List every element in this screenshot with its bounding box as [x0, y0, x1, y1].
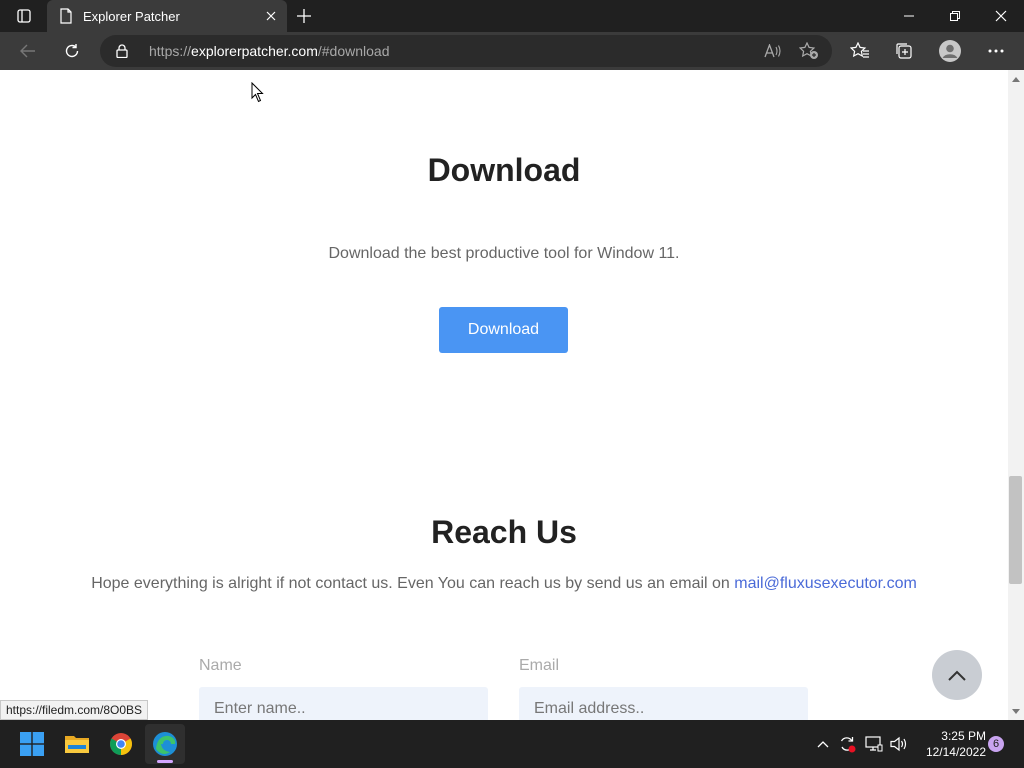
- reach-us-text: Hope everything is alright if not contac…: [91, 575, 917, 592]
- browser-tab[interactable]: Explorer Patcher: [47, 0, 287, 32]
- clock[interactable]: 3:25 PM 12/14/2022: [916, 728, 986, 760]
- close-window-icon[interactable]: [978, 0, 1024, 32]
- new-tab-icon[interactable]: [292, 4, 316, 28]
- tab-actions-icon[interactable]: [8, 0, 40, 32]
- show-hidden-icons-icon[interactable]: [813, 734, 833, 754]
- add-favorite-icon[interactable]: [798, 41, 820, 61]
- download-button[interactable]: Download: [439, 307, 568, 353]
- email-label: Email: [519, 657, 560, 674]
- sync-alert-icon[interactable]: [837, 734, 857, 754]
- collections-icon[interactable]: [888, 35, 920, 67]
- volume-icon[interactable]: [889, 734, 909, 754]
- scrollbar-thumb[interactable]: [1009, 476, 1022, 584]
- address-bar[interactable]: https://explorerpatcher.com/#download: [100, 35, 832, 67]
- reach-us-heading: Reach Us: [431, 514, 577, 550]
- download-heading: Download: [427, 152, 581, 188]
- web-page: Download Download the best productive to…: [0, 70, 1008, 720]
- taskbar: 3:25 PM 12/14/2022 6: [0, 720, 1024, 768]
- tab-close-icon[interactable]: [263, 8, 279, 24]
- chevron-up-icon: [948, 670, 966, 681]
- edge-icon[interactable]: [145, 724, 185, 764]
- active-app-indicator: [157, 760, 173, 763]
- favorites-icon[interactable]: [844, 35, 876, 67]
- download-description: Download the best productive tool for Wi…: [328, 245, 680, 262]
- scroll-up-arrow-icon[interactable]: [1008, 72, 1024, 86]
- scroll-down-arrow-icon[interactable]: [1008, 704, 1024, 718]
- windows-start-icon[interactable]: [12, 724, 52, 764]
- network-icon[interactable]: [864, 734, 884, 754]
- refresh-icon[interactable]: [56, 35, 88, 67]
- name-label: Name: [199, 657, 242, 674]
- page-scrollbar[interactable]: [1008, 70, 1024, 720]
- mouse-cursor-icon: [251, 82, 264, 103]
- back-icon[interactable]: [12, 35, 44, 67]
- lock-icon[interactable]: [116, 44, 128, 58]
- name-input[interactable]: [199, 687, 488, 720]
- read-aloud-icon[interactable]: [762, 41, 784, 61]
- clock-date: 12/14/2022: [925, 745, 986, 759]
- restore-icon[interactable]: [932, 0, 978, 32]
- notification-badge[interactable]: 6: [988, 736, 1004, 752]
- status-url: https://filedm.com/8O0BS: [0, 700, 149, 720]
- tab-title: Explorer Patcher: [83, 8, 180, 24]
- page-icon: [60, 8, 72, 24]
- chrome-icon[interactable]: [101, 724, 141, 764]
- file-explorer-icon[interactable]: [57, 724, 97, 764]
- email-input[interactable]: [519, 687, 808, 720]
- url-text: https://explorerpatcher.com/#download: [149, 43, 390, 59]
- email-link[interactable]: mail@fluxusexecutor.com: [734, 575, 917, 592]
- browser-toolbar: https://explorerpatcher.com/#download: [0, 32, 1024, 70]
- clock-time: 3:25 PM: [941, 729, 986, 743]
- scroll-to-top-button[interactable]: [932, 650, 982, 700]
- minimize-icon[interactable]: [886, 0, 932, 32]
- more-options-icon[interactable]: [980, 35, 1012, 67]
- profile-avatar-icon[interactable]: [934, 35, 966, 67]
- browser-titlebar: Explorer Patcher: [0, 0, 1024, 32]
